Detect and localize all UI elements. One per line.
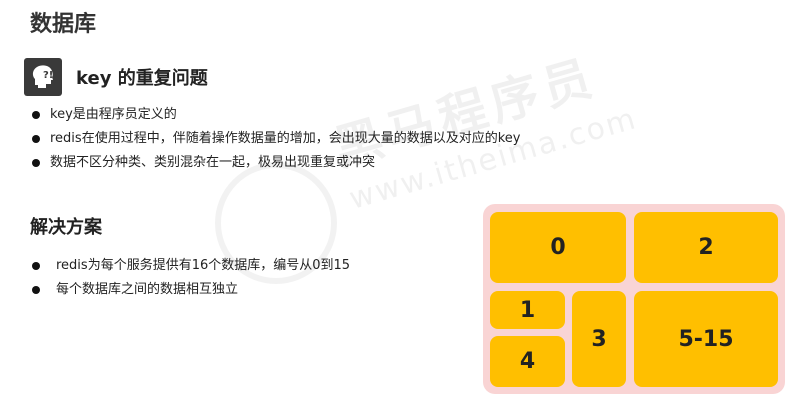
db-cell-2: 2 bbox=[634, 212, 778, 283]
db-cell-4: 4 bbox=[490, 336, 565, 387]
solution-title: 解决方案 bbox=[30, 217, 102, 238]
section-header: ?! key 的重复问题 bbox=[24, 58, 208, 96]
bullet-item: key是由程序员定义的 bbox=[32, 103, 520, 127]
solution-bullet-list: redis为每个服务提供有16个数据库，编号从0到15 每个数据库之间的数据相互… bbox=[32, 254, 350, 302]
page-title: 数据库 bbox=[30, 12, 97, 37]
bullet-item: redis在使用过程中，伴随着操作数据量的增加，会出现大量的数据以及对应的key bbox=[32, 127, 520, 151]
problem-bullet-list: key是由程序员定义的 redis在使用过程中，伴随着操作数据量的增加，会出现大… bbox=[32, 103, 520, 175]
thinking-head-icon: ?! bbox=[24, 58, 62, 96]
db-cell-3: 3 bbox=[572, 291, 626, 387]
bullet-item: 每个数据库之间的数据相互独立 bbox=[32, 278, 350, 302]
bullet-item: 数据不区分种类、类别混杂在一起，极易出现重复或冲突 bbox=[32, 151, 520, 175]
svg-text:?!: ?! bbox=[43, 70, 53, 81]
section-title: key 的重复问题 bbox=[76, 68, 208, 89]
db-cell-1: 1 bbox=[490, 291, 565, 329]
database-diagram: 0 2 1 4 3 5-15 bbox=[483, 204, 785, 394]
bullet-item: redis为每个服务提供有16个数据库，编号从0到15 bbox=[32, 254, 350, 278]
db-cell-0: 0 bbox=[490, 212, 626, 283]
db-cell-5-15: 5-15 bbox=[634, 291, 778, 387]
